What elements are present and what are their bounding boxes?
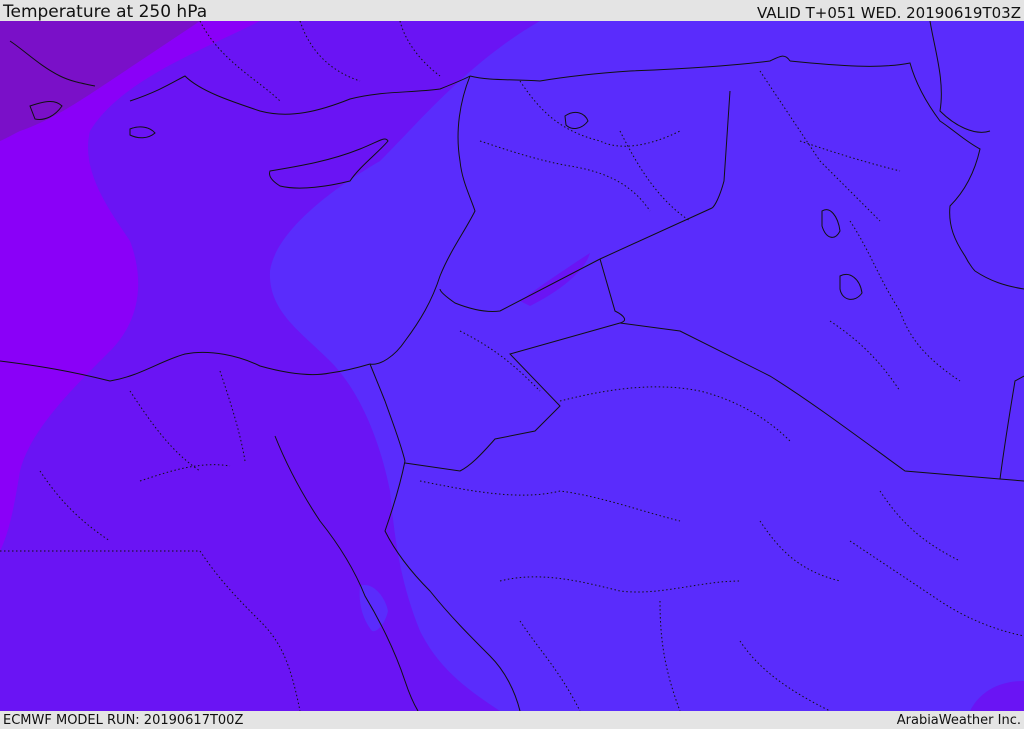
valid-time: VALID T+051 WED. 20190619T03Z (756, 4, 1021, 22)
model-run-label: ECMWF MODEL RUN: 20190617T00Z (3, 713, 244, 728)
header-bar: Temperature at 250 hPa VALID T+051 WED. … (0, 0, 1024, 22)
credit-label: ArabiaWeather Inc. (896, 713, 1021, 728)
map-svg (0, 21, 1024, 711)
map-title: Temperature at 250 hPa (3, 2, 208, 22)
weather-map-frame: Temperature at 250 hPa VALID T+051 WED. … (0, 0, 1024, 729)
temperature-map[interactable] (0, 21, 1024, 711)
footer-bar: ECMWF MODEL RUN: 20190617T00Z ArabiaWeat… (0, 711, 1024, 729)
